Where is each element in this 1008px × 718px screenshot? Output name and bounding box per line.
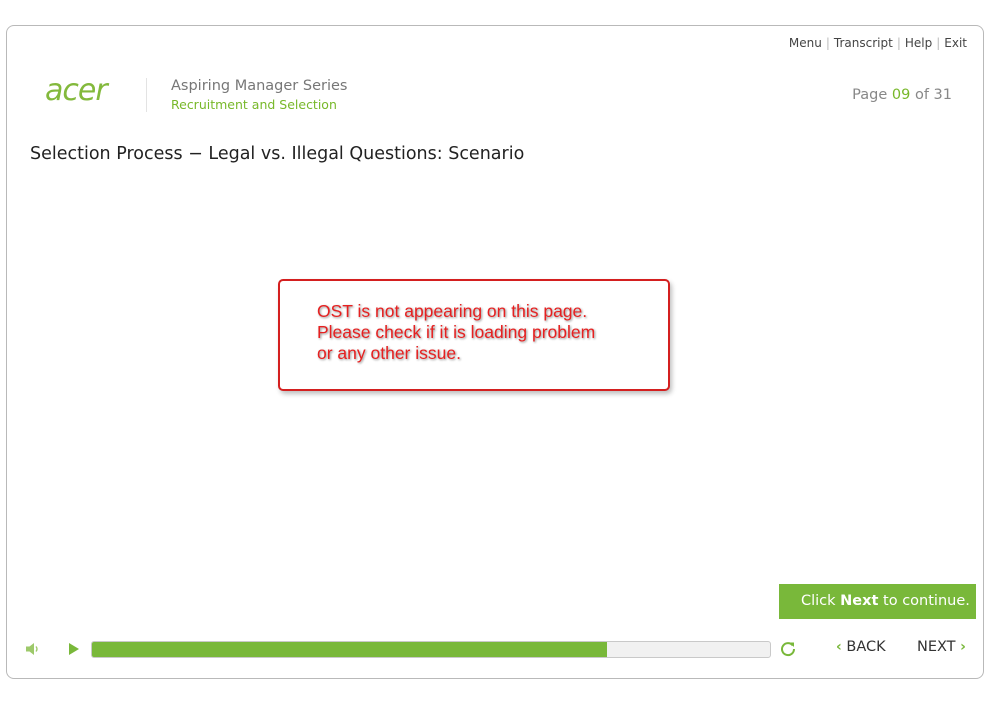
course-frame: Menu | Transcript | Help | Exit acer Aspiring … [6,25,984,679]
continue-next: Next [840,593,879,609]
exit-link[interactable]: Exit [944,36,967,50]
page-prefix: Page [852,87,888,103]
page-of: of [914,87,929,103]
nav-separator: | [936,36,941,50]
back-label: BACK [846,639,886,655]
back-button[interactable]: ‹ BACK [836,639,886,655]
next-button[interactable]: NEXT › [917,639,966,655]
transcript-link[interactable]: Transcript [834,36,893,50]
note-line: Please check if it is loading problem [317,322,596,342]
nav-separator: | [896,36,901,50]
review-note-text: OST is not appearing on this page. Pleas… [317,301,657,364]
continue-prompt: Click Next to continue. [779,584,976,619]
help-link[interactable]: Help [905,36,932,50]
player-controls: ‹ BACK NEXT › [7,636,983,664]
total-pages: 31 [933,87,952,103]
note-line: or any other issue. [317,343,461,363]
acer-logo: acer [45,74,110,108]
review-note-box: OST is not appearing on this page. Pleas… [278,279,670,391]
series-title: Aspiring Manager Series [171,78,348,94]
logo-text: acer [45,74,109,108]
module-title: Recruitment and Selection [171,97,337,112]
next-label: NEXT [917,639,956,655]
chevron-right-icon: › [960,639,966,655]
current-page: 09 [891,87,911,103]
progress-fill [92,642,608,657]
top-navigation: Menu | Transcript | Help | Exit [789,36,967,50]
menu-link[interactable]: Menu [789,36,822,50]
continue-post: to continue. [883,593,970,609]
continue-pre: Click [801,593,836,609]
volume-icon[interactable] [25,642,41,656]
page-title: Selection Process − Legal vs. Illegal Qu… [30,144,525,164]
reload-icon[interactable] [779,640,797,658]
note-line: OST is not appearing on this page. [317,301,588,321]
progress-bar[interactable] [91,641,771,658]
chevron-left-icon: ‹ [836,639,842,655]
page-indicator: Page 09 of 31 [852,87,952,103]
header-divider [146,78,147,112]
nav-separator: | [825,36,830,50]
play-icon[interactable] [67,642,81,656]
